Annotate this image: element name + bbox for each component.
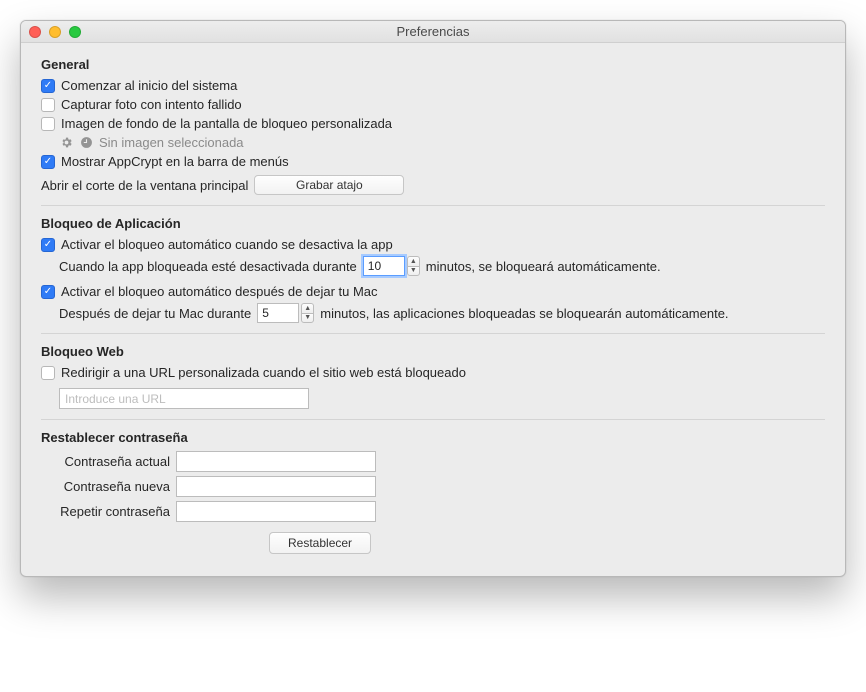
row-reset-button: Restablecer	[41, 532, 825, 554]
checkbox-redirect-url[interactable]	[41, 366, 55, 380]
gear-icon[interactable]	[59, 136, 73, 150]
section-title-general: General	[41, 57, 825, 72]
row-pw-repeat: Repetir contraseña	[41, 501, 825, 522]
stepper-leave-up[interactable]: ▲	[301, 303, 314, 313]
row-capture-photo: Capturar foto con intento fallido	[41, 97, 825, 112]
label-pw-new: Contraseña nueva	[41, 479, 176, 494]
stepper-deactivate-down[interactable]: ▼	[407, 266, 420, 277]
row-auto-lock-deactivate: ✓ Activar el bloqueo automático cuando s…	[41, 237, 825, 252]
row-pw-new: Contraseña nueva	[41, 476, 825, 497]
row-redirect-url: Redirigir a una URL personalizada cuando…	[41, 365, 825, 380]
stepper-leave: ▲ ▼	[257, 303, 314, 323]
stepper-deactivate: ▲ ▼	[363, 256, 420, 276]
content: General ✓ Comenzar al inicio del sistema…	[21, 43, 845, 576]
clock-icon[interactable]	[79, 136, 93, 150]
row-no-image-selected: Sin imagen seleccionada	[59, 135, 825, 150]
label-redirect-url: Redirigir a una URL personalizada cuando…	[61, 365, 466, 380]
row-open-shortcut: Abrir el corte de la ventana principal G…	[41, 175, 825, 195]
minimize-window-button[interactable]	[49, 26, 61, 38]
input-deactivate-minutes[interactable]	[363, 256, 405, 276]
window-title: Preferencias	[21, 24, 845, 39]
label-auto-lock-leave: Activar el bloqueo automático después de…	[61, 284, 378, 299]
row-show-menubar: ✓ Mostrar AppCrypt en la barra de menús	[41, 154, 825, 169]
checkbox-start-at-login[interactable]: ✓	[41, 79, 55, 93]
separator	[41, 419, 825, 420]
input-pw-repeat[interactable]	[176, 501, 376, 522]
stepper-deactivate-up[interactable]: ▲	[407, 256, 420, 266]
separator	[41, 333, 825, 334]
text-deactivate-before: Cuando la app bloqueada esté desactivada…	[59, 259, 357, 274]
row-custom-lock-bg: Imagen de fondo de la pantalla de bloque…	[41, 116, 825, 131]
row-leave-detail: Después de dejar tu Mac durante ▲ ▼ minu…	[59, 303, 825, 323]
section-title-applock: Bloqueo de Aplicación	[41, 216, 825, 231]
label-pw-repeat: Repetir contraseña	[41, 504, 176, 519]
preferences-window: Preferencias General ✓ Comenzar al inici…	[20, 20, 846, 577]
label-open-shortcut: Abrir el corte de la ventana principal	[41, 178, 248, 193]
checkbox-custom-lock-bg[interactable]	[41, 117, 55, 131]
checkbox-show-menubar[interactable]: ✓	[41, 155, 55, 169]
label-custom-lock-bg: Imagen de fondo de la pantalla de bloque…	[61, 116, 392, 131]
label-no-image: Sin imagen seleccionada	[99, 135, 244, 150]
checkbox-capture-photo[interactable]	[41, 98, 55, 112]
text-deactivate-after: minutos, se bloqueará automáticamente.	[426, 259, 661, 274]
titlebar: Preferencias	[21, 21, 845, 43]
close-window-button[interactable]	[29, 26, 41, 38]
input-leave-minutes[interactable]	[257, 303, 299, 323]
section-title-weblock: Bloqueo Web	[41, 344, 825, 359]
label-capture-photo: Capturar foto con intento fallido	[61, 97, 242, 112]
label-auto-lock-deactivate: Activar el bloqueo automático cuando se …	[61, 237, 393, 252]
input-redirect-url[interactable]	[59, 388, 309, 409]
input-pw-new[interactable]	[176, 476, 376, 497]
section-title-reset-pw: Restablecer contraseña	[41, 430, 825, 445]
separator	[41, 205, 825, 206]
row-pw-current: Contraseña actual	[41, 451, 825, 472]
label-show-menubar: Mostrar AppCrypt en la barra de menús	[61, 154, 289, 169]
row-start-at-login: ✓ Comenzar al inicio del sistema	[41, 78, 825, 93]
row-deactivate-detail: Cuando la app bloqueada esté desactivada…	[59, 256, 825, 276]
row-auto-lock-leave: ✓ Activar el bloqueo automático después …	[41, 284, 825, 299]
zoom-window-button[interactable]	[69, 26, 81, 38]
text-leave-before: Después de dejar tu Mac durante	[59, 306, 251, 321]
reset-button[interactable]: Restablecer	[269, 532, 371, 554]
checkbox-auto-lock-leave[interactable]: ✓	[41, 285, 55, 299]
stepper-leave-down[interactable]: ▼	[301, 313, 314, 324]
text-leave-after: minutos, las aplicaciones bloqueadas se …	[320, 306, 728, 321]
password-grid: Contraseña actual Contraseña nueva Repet…	[41, 451, 825, 522]
record-shortcut-button[interactable]: Grabar atajo	[254, 175, 404, 195]
label-pw-current: Contraseña actual	[41, 454, 176, 469]
input-pw-current[interactable]	[176, 451, 376, 472]
label-start-at-login: Comenzar al inicio del sistema	[61, 78, 237, 93]
traffic-lights	[29, 26, 81, 38]
checkbox-auto-lock-deactivate[interactable]: ✓	[41, 238, 55, 252]
